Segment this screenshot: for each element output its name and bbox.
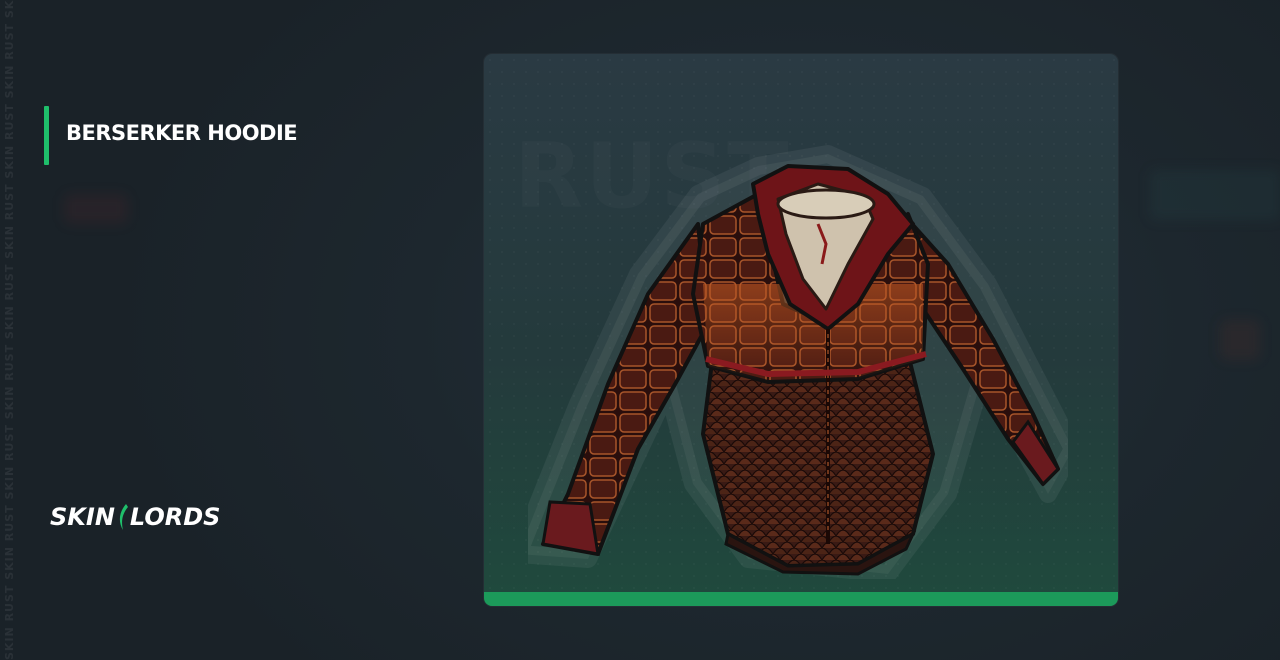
title-accent-bar — [44, 106, 49, 165]
item-title: BERSERKER HOODIE — [66, 121, 298, 145]
background-ghost-block — [64, 194, 128, 224]
watermark-text: SKIN RUST SKIN RUST SKIN RUST SKIN RUST … — [3, 0, 16, 660]
banner: SKIN RUST SKIN RUST SKIN RUST SKIN RUST … — [0, 0, 1280, 660]
item-card: RUST — [484, 54, 1118, 606]
logo-text-left: SKIN — [50, 503, 115, 531]
logo-text-right: LORDS — [129, 503, 221, 531]
card-rarity-bar — [484, 592, 1118, 606]
berserker-hoodie-icon — [528, 145, 1068, 579]
background-ghost-block — [1150, 170, 1280, 220]
skinlords-logo: SKIN LORDS — [50, 499, 220, 535]
background-ghost-block — [1220, 320, 1260, 360]
logo-slash-icon — [119, 504, 128, 530]
side-watermark: SKIN RUST SKIN RUST SKIN RUST SKIN RUST … — [3, 0, 17, 660]
